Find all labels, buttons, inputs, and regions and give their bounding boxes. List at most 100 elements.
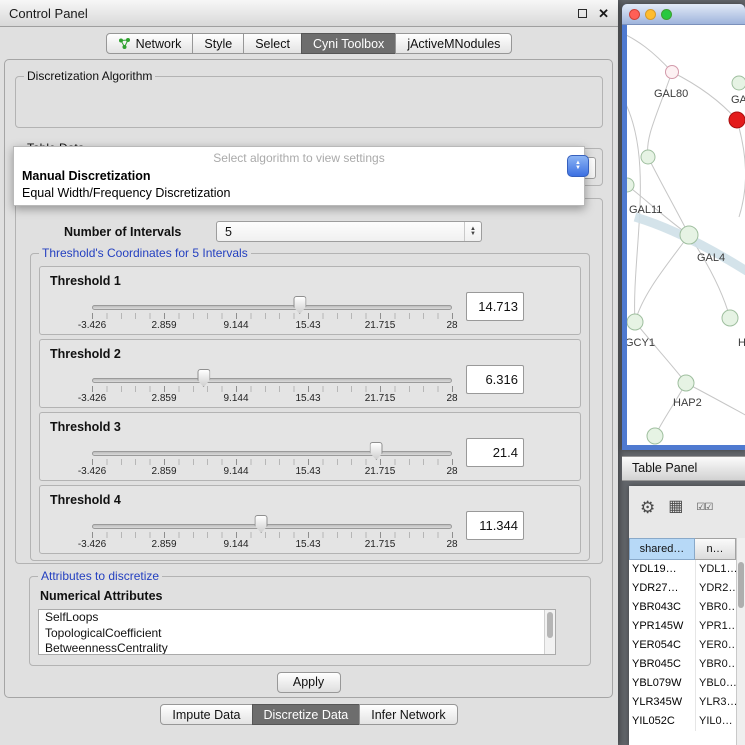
list-scrollbar[interactable] [544,610,555,654]
threshold-label: Threshold 4 [50,493,121,507]
node[interactable] [647,428,663,444]
slider-thumb[interactable] [197,369,210,387]
threshold-4-value-field[interactable]: 11.344 [466,511,524,540]
node[interactable] [627,314,643,330]
node-selected-red[interactable] [729,112,745,128]
cell[interactable]: YBR0… [695,598,736,617]
table-row[interactable]: YIL052CYIL0… [629,712,736,731]
close-traffic-light-icon[interactable] [629,9,640,20]
threshold-2-value-field[interactable]: 6.316 [466,365,524,394]
node-label: GA [731,94,745,106]
table-row[interactable]: YPR145WYPR1… [629,617,736,636]
tick-label: -3.426 [78,320,106,331]
table-panel-header[interactable]: Table Panel [622,456,745,481]
tab-discretize-data[interactable]: Discretize Data [252,704,361,725]
tab-label: Impute Data [172,708,240,722]
scrollbar-thumb[interactable] [738,562,744,608]
tab-network[interactable]: Network [106,33,194,54]
number-of-intervals-combobox[interactable]: 5 ▲▼ [216,221,482,242]
threshold-1-slider[interactable]: -3.426 2.859 9.144 15.43 21.715 28 [92,295,452,333]
threshold-2-slider[interactable]: -3.426 2.859 9.144 15.43 21.715 28 [92,368,452,406]
tab-cyni-toolbox[interactable]: Cyni Toolbox [301,33,396,54]
cell[interactable]: YDR2… [695,579,736,598]
cell[interactable]: YBL0… [695,674,736,693]
table-body: YDL19…YDL1… YDR27…YDR2… YBR043CYBR0… YPR… [629,560,736,745]
list-item[interactable]: BetweennessCentrality [39,641,555,655]
cell[interactable]: YPR1… [695,617,736,636]
tab-style[interactable]: Style [192,33,244,54]
slider-track[interactable] [92,524,452,529]
slider-track[interactable] [92,451,452,456]
table-row[interactable]: YDR27…YDR2… [629,579,736,598]
slider-track[interactable] [92,305,452,310]
threshold-2-panel: Threshold 2 -3.426 2.859 9.144 15.43 21.… [39,339,581,408]
control-panel-titlebar[interactable]: Control Panel ✕ [0,0,618,27]
tick-label: 21.715 [365,539,396,550]
control-panel-window: Control Panel ✕ Network Style Select Cyn… [0,0,618,745]
table-row[interactable]: YER054CYER0… [629,636,736,655]
cell[interactable]: YIL0… [695,712,736,731]
tab-label: Cyni Toolbox [313,37,384,51]
threshold-3-value-field[interactable]: 21.4 [466,438,524,467]
table-row[interactable]: YDL19…YDL1… [629,560,736,579]
cell[interactable]: YDL1… [695,560,736,579]
cell[interactable]: YBR0… [695,655,736,674]
network-canvas[interactable]: GAL80 GA GAL11 GAL4 GCY1 H HAP2 [627,25,745,445]
algorithm-combobox-stepper[interactable]: ▲▼ [567,155,589,177]
tick-label: 9.144 [223,320,248,331]
slider-thumb[interactable] [370,442,383,460]
list-item[interactable]: TopologicalCoefficient [39,626,555,642]
table-row[interactable]: YLR345WYLR3… [629,693,736,712]
node[interactable] [732,76,745,90]
node[interactable] [680,226,698,244]
cell[interactable]: YDL19… [629,560,695,579]
tab-jactivemnodules[interactable]: jActiveMNodules [395,33,512,54]
close-icon[interactable]: ✕ [598,7,609,20]
float-window-icon[interactable] [578,9,587,18]
slider-thumb[interactable] [293,296,306,314]
zoom-traffic-light-icon[interactable] [661,9,672,20]
threshold-4-slider[interactable]: -3.426 2.859 9.144 15.43 21.715 28 [92,514,452,552]
cell[interactable]: YBL079W [629,674,695,693]
cell[interactable]: YBR045C [629,655,695,674]
node[interactable] [641,150,655,164]
threshold-1-value-field[interactable]: 14.713 [466,292,524,321]
apply-button[interactable]: Apply [277,672,341,693]
cell[interactable]: YLR3… [695,693,736,712]
node[interactable] [666,66,679,79]
select-columns-icon[interactable]: ☑☑ [696,502,712,513]
tab-impute-data[interactable]: Impute Data [160,704,252,725]
scrollbar-thumb[interactable] [547,612,553,638]
slider-thumb[interactable] [255,515,268,533]
node[interactable] [678,375,694,391]
threshold-3-slider[interactable]: -3.426 2.859 9.144 15.43 21.715 28 [92,441,452,479]
slider-tick-labels: -3.426 2.859 9.144 15.43 21.715 28 [92,539,452,550]
table-scrollbar[interactable] [736,538,745,745]
minimize-traffic-light-icon[interactable] [645,9,656,20]
table-row[interactable]: YBR045CYBR0… [629,655,736,674]
cell[interactable]: YPR145W [629,617,695,636]
menu-item-equal-width-frequency[interactable]: Equal Width/Frequency Discretization [14,185,584,202]
node[interactable] [722,310,738,326]
column-header-shared-name[interactable]: shared… [629,538,695,560]
cell[interactable]: YER054C [629,636,695,655]
network-window-titlebar[interactable] [622,4,745,25]
list-item[interactable]: SelfLoops [39,610,555,626]
cell[interactable]: YDR27… [629,579,695,598]
cell[interactable]: YBR043C [629,598,695,617]
column-selector-icon[interactable]: ▦ [668,499,683,515]
node-label: GAL80 [654,88,688,100]
cell[interactable]: YER0… [695,636,736,655]
table-row[interactable]: YBR043CYBR0… [629,598,736,617]
slider-track[interactable] [92,378,452,383]
tab-infer-network[interactable]: Infer Network [359,704,457,725]
cell[interactable]: YLR345W [629,693,695,712]
table-row[interactable]: YBL079WYBL0… [629,674,736,693]
menu-item-manual-discretization[interactable]: Manual Discretization [14,168,584,185]
column-header-name[interactable]: n… [695,538,736,560]
number-of-intervals-label: Number of Intervals [64,225,181,239]
tick-label: -3.426 [78,393,106,404]
cell[interactable]: YIL052C [629,712,695,731]
tab-select[interactable]: Select [243,33,302,54]
gear-icon[interactable]: ⚙ [640,499,655,516]
